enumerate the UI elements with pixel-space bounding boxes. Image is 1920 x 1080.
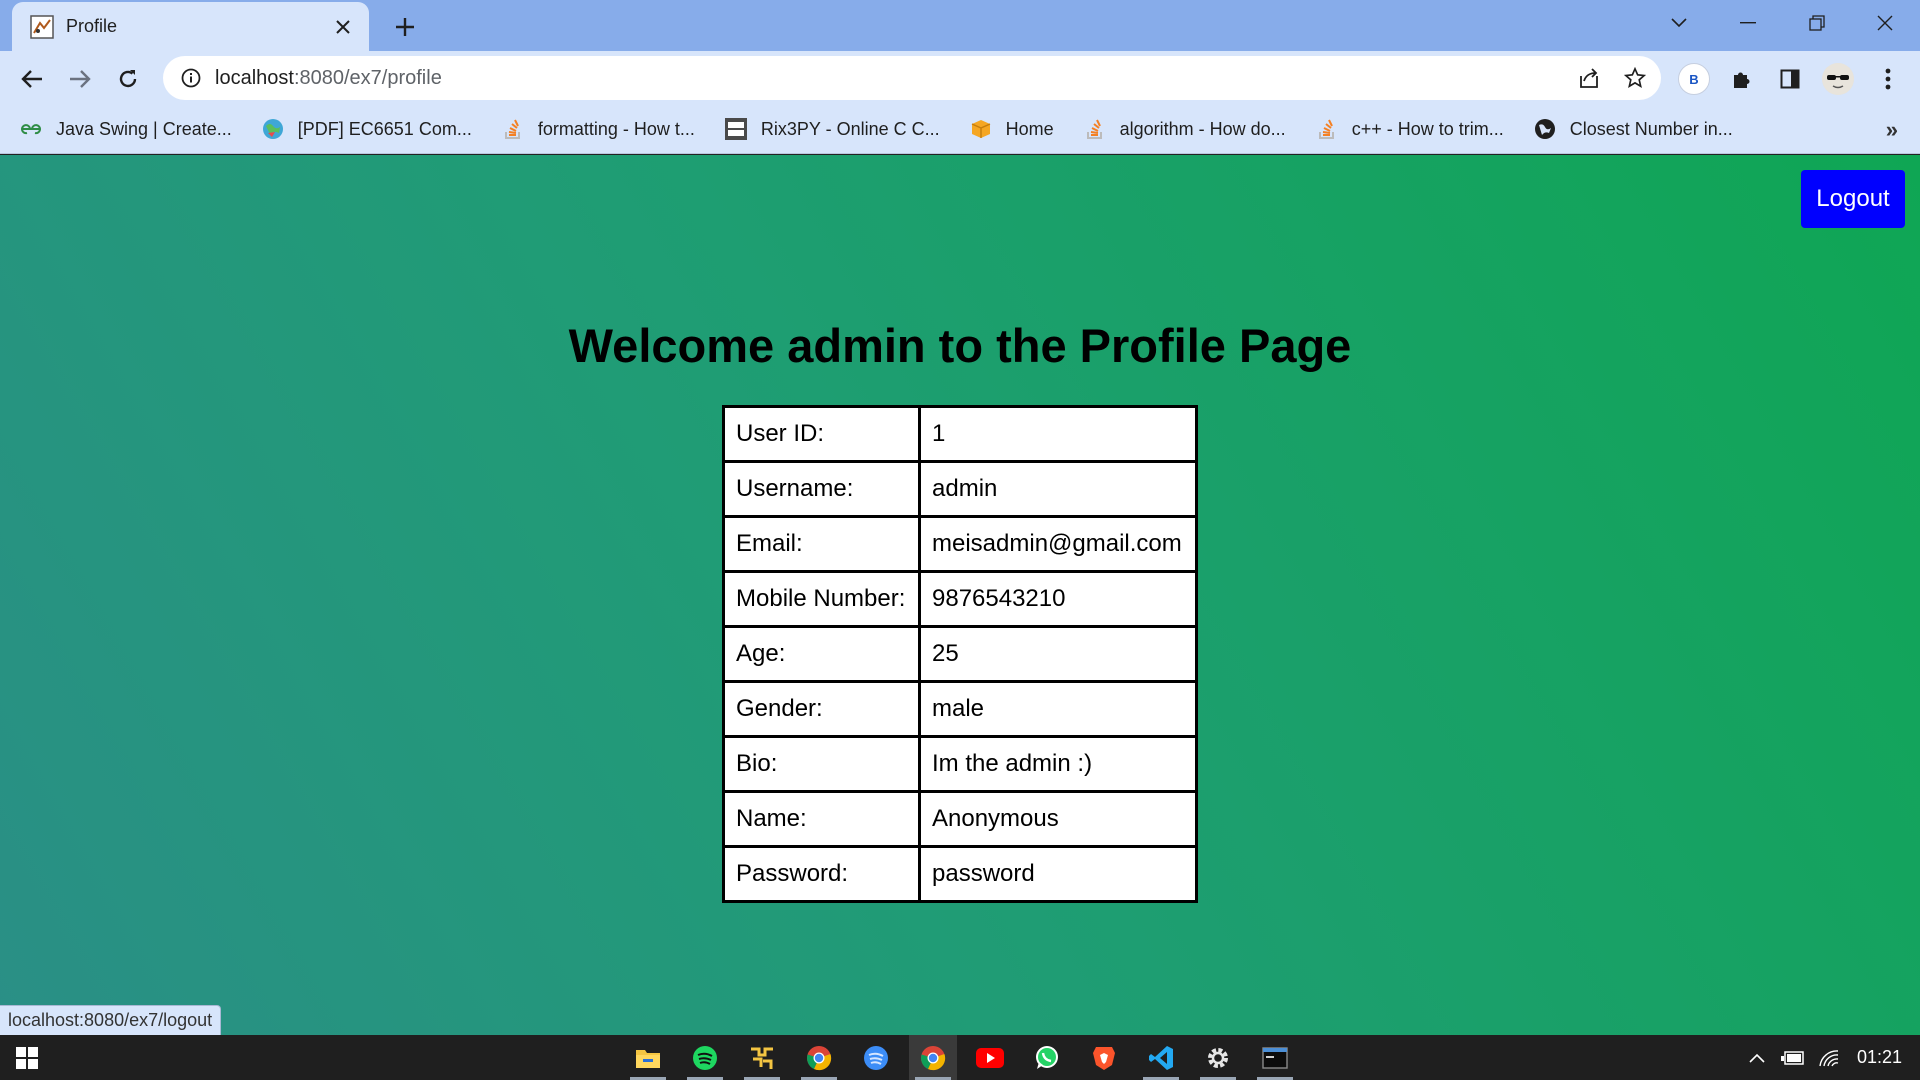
profile-field-value: 25: [918, 625, 1198, 683]
close-tab-icon[interactable]: [329, 13, 357, 41]
stackoverflow-icon: [1316, 118, 1338, 140]
profile-field-value: male: [918, 680, 1198, 738]
browser-toolbar: localhost:8080/ex7/profile B: [0, 51, 1920, 105]
bookmarks-overflow-icon[interactable]: »: [1886, 117, 1898, 143]
bookmark-cpp-trim[interactable]: c++ - How to trim...: [1306, 111, 1514, 147]
site-info-icon[interactable]: [179, 66, 203, 90]
url-text: localhost:8080/ex7/profile: [215, 67, 442, 90]
profile-field-value: 9876543210: [918, 570, 1198, 628]
back-arrow-icon[interactable]: [14, 61, 50, 97]
bookmark-home[interactable]: Home: [960, 111, 1064, 147]
share-icon[interactable]: [1571, 60, 1607, 96]
bookmark-java-swing[interactable]: Java Swing | Create...: [10, 111, 242, 147]
profile-table: User ID: 1 Username: admin Email: meisadmin@g…: [722, 405, 1198, 903]
chrome-active-icon[interactable]: [909, 1035, 957, 1080]
reload-icon[interactable]: [110, 61, 146, 97]
brave-icon[interactable]: [1080, 1035, 1128, 1080]
minimize-icon[interactable]: [1725, 8, 1771, 38]
globe-icon: [1534, 118, 1556, 140]
address-bar[interactable]: localhost:8080/ex7/profile: [163, 56, 1661, 100]
profile-row: User ID: 1: [722, 405, 1198, 463]
profile-field-value: admin: [918, 460, 1198, 518]
avatar-sunglasses-icon: [1822, 63, 1854, 95]
profile-field-label: Name:: [722, 790, 921, 848]
url-host: localhost: [215, 66, 294, 89]
profile-row: Bio: Im the admin :): [722, 735, 1198, 793]
tray-chevron-up-icon[interactable]: [1742, 1035, 1772, 1080]
profile-field-value: 1: [918, 405, 1198, 463]
profile-row: Name: Anonymous: [722, 790, 1198, 848]
file-explorer-icon[interactable]: [624, 1035, 672, 1080]
logout-button[interactable]: Logout: [1801, 170, 1905, 228]
profile-field-label: Username:: [722, 460, 921, 518]
bookmark-pdf-ec6651[interactable]: [PDF] EC6651 Com...: [252, 111, 482, 147]
profile-field-label: Password:: [722, 845, 921, 903]
tab-search-chevron-icon[interactable]: [1656, 8, 1702, 38]
url-path: :8080/ex7/profile: [293, 66, 442, 89]
puzzle-game-icon[interactable]: [738, 1035, 786, 1080]
forward-arrow-icon[interactable]: [62, 61, 98, 97]
profile-extension-badge[interactable]: B: [1676, 61, 1712, 97]
youtube-icon[interactable]: [966, 1035, 1014, 1080]
profile-field-label: Bio:: [722, 735, 921, 793]
status-bar-url: localhost:8080/ex7/logout: [0, 1005, 222, 1035]
speedtest-icon[interactable]: [852, 1035, 900, 1080]
bookmark-closest-number[interactable]: Closest Number in...: [1524, 111, 1743, 147]
profile-row: Username: admin: [722, 460, 1198, 518]
stackoverflow-icon: [502, 118, 524, 140]
stackoverflow-icon: [1084, 118, 1106, 140]
profile-row: Password: password: [722, 845, 1198, 903]
profile-row: Email: meisadmin@gmail.com: [722, 515, 1198, 573]
browser-menu-icon[interactable]: [1870, 61, 1906, 97]
tomcat-favicon-icon: [30, 14, 54, 39]
bookmark-ideone[interactable]: Rix3PY - Online C C...: [715, 111, 950, 147]
profile-field-value: Im the admin :): [918, 735, 1198, 793]
user-avatar[interactable]: [1820, 61, 1856, 97]
profile-field-label: Gender:: [722, 680, 921, 738]
windows-start-icon[interactable]: [3, 1035, 51, 1080]
bookmark-star-icon[interactable]: [1617, 60, 1653, 96]
restore-icon[interactable]: [1794, 8, 1840, 38]
vscode-icon[interactable]: [1137, 1035, 1185, 1080]
side-panel-icon[interactable]: [1772, 61, 1808, 97]
wifi-icon[interactable]: [1814, 1035, 1844, 1080]
globe-colorful-icon: [262, 118, 284, 140]
whatsapp-icon[interactable]: [1023, 1035, 1071, 1080]
bookmark-algorithm[interactable]: algorithm - How do...: [1074, 111, 1296, 147]
tab-title: Profile: [66, 16, 118, 36]
profile-field-value: Anonymous: [918, 790, 1198, 848]
windows-taskbar: 01:21: [0, 1035, 1920, 1080]
profile-field-value: meisadmin@gmail.com: [918, 515, 1198, 573]
terminal-icon[interactable]: [1251, 1035, 1299, 1080]
tab-profile[interactable]: Profile: [12, 2, 369, 51]
settings-gear-icon[interactable]: [1194, 1035, 1242, 1080]
profile-field-label: Mobile Number:: [722, 570, 921, 628]
profile-field-label: User ID:: [722, 405, 921, 463]
profile-row: Age: 25: [722, 625, 1198, 683]
chrome-icon[interactable]: [795, 1035, 843, 1080]
close-window-icon[interactable]: [1862, 8, 1908, 38]
profile-row: Mobile Number: 9876543210: [722, 570, 1198, 628]
page-title: Welcome admin to the Profile Page: [568, 319, 1352, 372]
bookmark-formatting[interactable]: formatting - How t...: [492, 111, 705, 147]
taskbar-clock[interactable]: 01:21: [1857, 1035, 1902, 1080]
profile-field-value: password: [918, 845, 1198, 903]
ideone-icon: [724, 118, 747, 140]
profile-row: Gender: male: [722, 680, 1198, 738]
box-icon: [970, 118, 992, 140]
spotify-icon[interactable]: [681, 1035, 729, 1080]
badge-letter: B: [1678, 63, 1710, 95]
bookmarks-bar: Java Swing | Create... [PDF] EC6651 Com.…: [0, 105, 1920, 154]
extensions-puzzle-icon[interactable]: [1724, 61, 1760, 97]
battery-icon[interactable]: [1778, 1035, 1808, 1080]
profile-page: Logout Welcome admin to the Profile Page…: [0, 155, 1920, 1035]
geeksforgeeks-icon: [20, 118, 42, 140]
tab-strip: Profile: [0, 0, 1920, 51]
profile-field-label: Age:: [722, 625, 921, 683]
profile-field-label: Email:: [722, 515, 921, 573]
new-tab-icon[interactable]: [390, 12, 420, 42]
